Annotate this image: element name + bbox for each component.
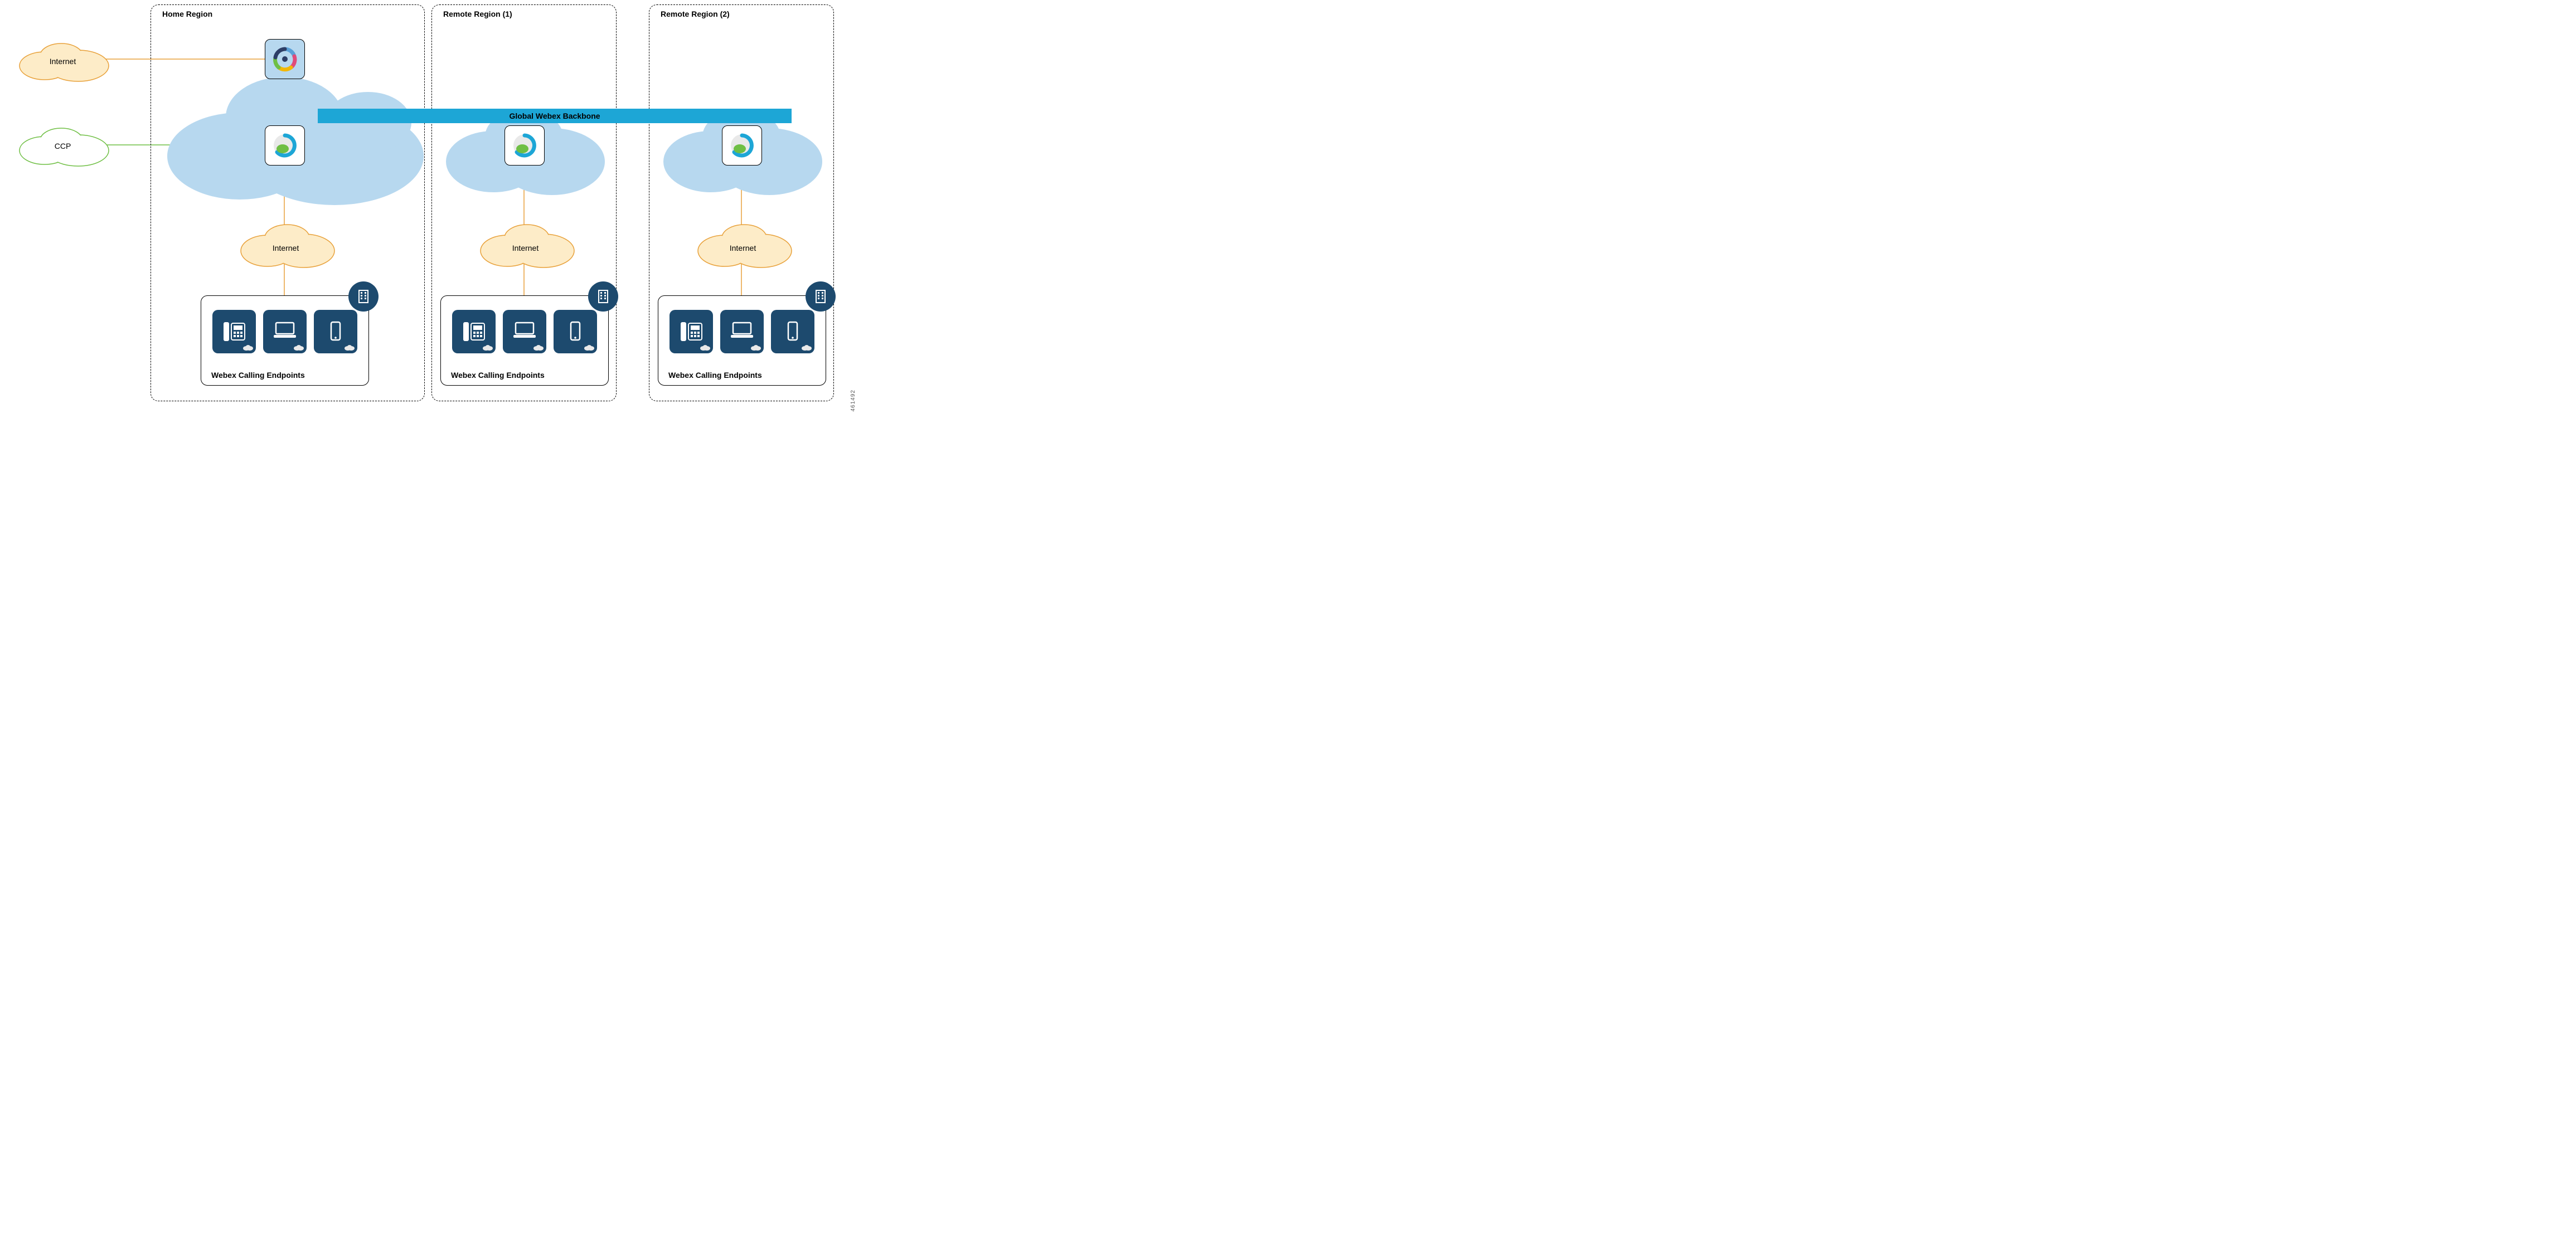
webex-box-r2 [722, 125, 762, 166]
deskphone-icon [460, 318, 488, 346]
building-icon [356, 289, 371, 304]
device-laptop-r2 [720, 310, 764, 353]
internet-home-label: Internet [234, 244, 337, 252]
endpoints-home-label: Webex Calling Endpoints [211, 371, 305, 380]
internet-r2-label: Internet [691, 244, 794, 252]
endpoints-r1: Webex Calling Endpoints [440, 295, 609, 386]
cloud-mini-icon [482, 344, 493, 351]
device-deskphone-home [212, 310, 256, 353]
mobile-icon [561, 318, 589, 346]
device-mobile-home [314, 310, 357, 353]
device-laptop-home [263, 310, 307, 353]
cloud-mini-icon [344, 344, 355, 351]
internet-external-label: Internet [11, 57, 114, 66]
internet-cloud-r2-wrap: Internet [691, 223, 794, 273]
cloud-mini-icon [750, 344, 761, 351]
device-deskphone-r1 [452, 310, 496, 353]
laptop-icon [727, 317, 756, 346]
endpoints-r2: Webex Calling Endpoints [658, 295, 826, 386]
ccp-cloud-wrap: CCP [11, 124, 114, 168]
building-icon [813, 289, 828, 304]
ccp-label: CCP [11, 142, 114, 150]
building-badge-home [348, 281, 379, 312]
webex-box-home [265, 125, 305, 166]
device-mobile-r1 [554, 310, 597, 353]
building-badge-r2 [806, 281, 836, 312]
cloud-mini-icon [700, 344, 711, 351]
watermark-id: 461492 [850, 390, 856, 411]
endpoints-r1-label: Webex Calling Endpoints [451, 371, 545, 380]
region-remote1-title: Remote Region (1) [443, 9, 512, 18]
region-remote2-title: Remote Region (2) [661, 9, 730, 18]
cloud-mini-icon [584, 344, 595, 351]
cloud-mini-icon [293, 344, 304, 351]
mobile-icon [779, 318, 807, 346]
backbone-label: Global Webex Backbone [509, 111, 600, 120]
cloud-mini-icon [242, 344, 254, 351]
cloud-mini-icon [801, 344, 812, 351]
laptop-icon [510, 317, 539, 346]
deskphone-icon [677, 318, 705, 346]
deskphone-icon [220, 318, 248, 346]
internet-cloud-home-wrap: Internet [234, 223, 337, 273]
backbone-bar: Global Webex Backbone [318, 109, 792, 123]
webex-box-r1 [504, 125, 545, 166]
control-hub-box [265, 39, 305, 79]
device-mobile-r2 [771, 310, 814, 353]
internet-r1-label: Internet [474, 244, 577, 252]
endpoints-home: Webex Calling Endpoints [201, 295, 369, 386]
webex-icon [271, 132, 298, 159]
building-badge-r1 [588, 281, 618, 312]
control-hub-icon [272, 46, 298, 72]
device-laptop-r1 [503, 310, 546, 353]
device-deskphone-r2 [670, 310, 713, 353]
region-home-title: Home Region [162, 9, 212, 18]
cloud-mini-icon [533, 344, 544, 351]
webex-icon [511, 132, 538, 159]
diagram-stage: Internet CCP Home Region Remote Region (… [0, 0, 858, 411]
webex-icon [729, 132, 755, 159]
mobile-icon [322, 318, 350, 346]
endpoints-r2-label: Webex Calling Endpoints [668, 371, 762, 380]
internet-cloud-r1-wrap: Internet [474, 223, 577, 273]
laptop-icon [270, 317, 299, 346]
building-icon [595, 289, 611, 304]
internet-cloud-external-wrap: Internet [11, 39, 114, 84]
